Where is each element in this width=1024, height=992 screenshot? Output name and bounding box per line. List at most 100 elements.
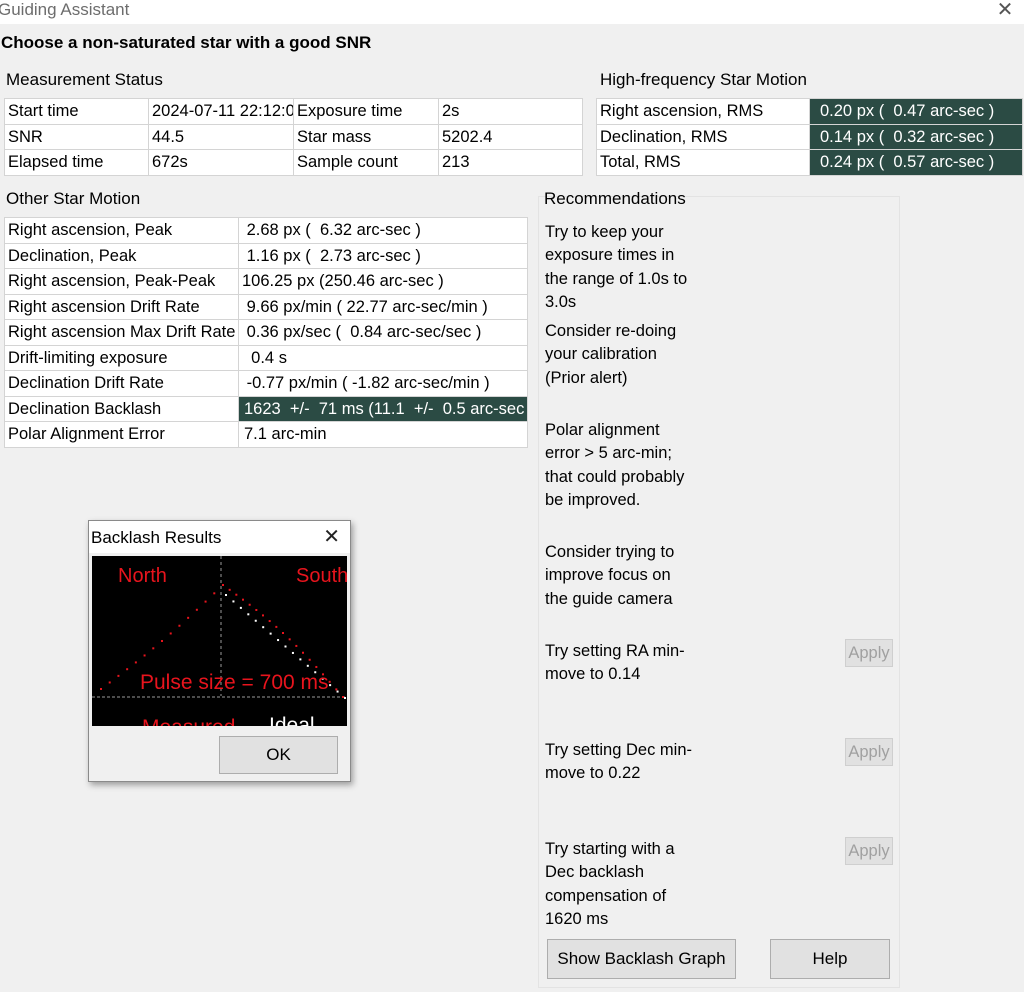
measured-point (282, 632, 284, 634)
ideal-legend-label: Ideal (269, 714, 315, 726)
highfreq-value-cell: 0.24 px ( 0.57 arc-sec ) (809, 149, 1023, 176)
ideal-point (336, 690, 339, 693)
pulse-size-label: Pulse size = 700 ms (140, 671, 329, 694)
other-star-motion-table: Right ascension, Peak 2.68 px ( 6.32 arc… (4, 217, 528, 448)
other-value-cell: 106.25 px (250.46 arc-sec ) (238, 268, 528, 295)
backlash-plot-svg: North South Pulse size = 700 ms Measured… (92, 556, 347, 726)
ideal-point (247, 613, 250, 616)
apply-dec-min-move-button[interactable]: Apply (845, 738, 893, 766)
ideal-point (254, 619, 257, 622)
measurement-cell: Elapsed time (4, 149, 149, 176)
measured-point (213, 592, 216, 595)
measurement-cell: 2024-07-11 22:12:0 (148, 98, 294, 125)
apply-ra-min-move-button[interactable]: Apply (845, 639, 893, 667)
other-label-cell: Polar Alignment Error (4, 421, 239, 448)
measurement-cell: 672s (148, 149, 294, 176)
recommendation-text: Consider trying to improve focus on the … (545, 543, 675, 608)
recommendation-text: Consider re-doing your calibration (Prio… (545, 322, 677, 387)
ok-button[interactable]: OK (219, 736, 338, 774)
other-label-cell: Right ascension, Peak (4, 217, 239, 244)
table-row: Drift-limiting exposure 0.4 s (4, 344, 528, 371)
measurement-cell: SNR (4, 123, 149, 150)
other-value-cell: 1.16 px ( 2.73 arc-sec ) (238, 242, 528, 269)
apply-backlash-comp-button[interactable]: Apply (845, 837, 893, 865)
north-label: North (118, 565, 167, 587)
backlash-plot: North South Pulse size = 700 ms Measured… (92, 556, 347, 726)
ideal-point (239, 606, 242, 609)
other-label-cell: Declination, Peak (4, 242, 239, 269)
measurement-cell: Star mass (293, 123, 439, 150)
table-row: Declination Backlash 1623 +/- 71 ms (11.… (4, 395, 528, 422)
measured-point (117, 674, 120, 677)
measured-point (169, 632, 172, 635)
table-row: SNR 44.5 Star mass 5202.4 (4, 123, 583, 150)
table-row: Declination, Peak 1.16 px ( 2.73 arc-sec… (4, 242, 528, 269)
ideal-point (299, 658, 302, 661)
other-value-cell: 2.68 px ( 6.32 arc-sec ) (238, 217, 528, 244)
measured-point (335, 688, 338, 691)
backlash-results-dialog: Backlash Results ✕ North South Pulse siz… (88, 520, 351, 782)
dialog-title-bar: Backlash Results ✕ (89, 521, 350, 553)
table-row: Declination Drift Rate -0.77 px/min ( -1… (4, 370, 528, 397)
other-label-cell: Declination Drift Rate (4, 370, 239, 397)
recommendation-text: Polar alignment error > 5 arc-min; that … (545, 421, 685, 509)
show-backlash-graph-button[interactable]: Show Backlash Graph (547, 939, 736, 979)
measurement-cell: Exposure time (293, 98, 439, 125)
dialog-title: Backlash Results (91, 528, 222, 547)
ideal-point (291, 651, 294, 654)
measured-point (161, 640, 163, 642)
measurement-cell: 44.5 (148, 123, 294, 150)
measured-point (342, 696, 344, 698)
other-label-cell: Right ascension Drift Rate (4, 293, 239, 320)
help-button[interactable]: Help (770, 939, 890, 979)
close-icon[interactable]: ✕ (994, 0, 1016, 20)
table-row: Right ascension Drift Rate 9.66 px/min (… (4, 293, 528, 320)
recommendation-text: Try setting Dec min-move to 0.22 (545, 741, 693, 783)
recommendation-text: Try starting with a Dec backlash compens… (545, 840, 675, 928)
table-row: Start time 2024-07-11 22:12:0 Exposure t… (4, 98, 583, 125)
other-value-cell: 0.36 px/sec ( 0.84 arc-sec/sec ) (238, 319, 528, 346)
table-row: Right ascension, RMS 0.20 px ( 0.47 arc-… (596, 98, 1023, 125)
ideal-point (329, 684, 332, 687)
table-row: Elapsed time 672s Sample count 213 (4, 149, 583, 176)
other-value-cell: 1623 +/- 71 ms (11.1 +/- 0.5 arc-sec (238, 395, 528, 422)
table-row: Right ascension, Peak 2.68 px ( 6.32 arc… (4, 217, 528, 244)
highfreq-label-cell: Declination, RMS (596, 123, 810, 150)
measured-point (288, 638, 291, 641)
measured-point (228, 588, 231, 591)
measurement-cell: Sample count (293, 149, 439, 176)
measurement-status-table: Start time 2024-07-11 22:12:0 Exposure t… (4, 98, 583, 176)
measured-legend-label: Measured (142, 716, 235, 726)
highfreq-value-cell: 0.14 px ( 0.32 arc-sec ) (809, 123, 1023, 150)
table-row: Right ascension Max Drift Rate 0.36 px/s… (4, 319, 528, 346)
page-heading: Choose a non-saturated star with a good … (1, 33, 372, 52)
ideal-point (277, 639, 280, 642)
measured-point (308, 658, 311, 661)
measured-point (134, 661, 137, 664)
measured-point (126, 668, 129, 671)
measurement-status-label: Measurement Status (6, 70, 163, 89)
ideal-point (225, 594, 227, 596)
measured-point (152, 647, 155, 650)
table-row: Right ascension, Peak-Peak 106.25 px (25… (4, 268, 528, 295)
highfreq-label-cell: Total, RMS (596, 149, 810, 176)
measured-point (100, 688, 102, 690)
ideal-point (269, 632, 272, 635)
high-frequency-table: Right ascension, RMS 0.20 px ( 0.47 arc-… (596, 98, 1023, 176)
measured-point (302, 651, 304, 654)
close-icon[interactable]: ✕ (323, 525, 340, 549)
measured-point (255, 608, 258, 611)
measured-point (187, 616, 190, 619)
other-value-cell: 9.66 px/min ( 22.77 arc-sec/min ) (238, 293, 528, 320)
ideal-point (306, 664, 309, 667)
measured-point (295, 644, 298, 647)
other-value-cell: 7.1 arc-min (238, 421, 528, 448)
measurement-cell: 5202.4 (438, 123, 583, 150)
other-value-cell: 0.4 s (238, 344, 528, 371)
measured-point (328, 680, 331, 683)
measured-point (262, 614, 264, 617)
other-label-cell: Declination Backlash (4, 395, 239, 422)
measured-point (108, 681, 111, 684)
high-frequency-label: High-frequency Star Motion (600, 70, 807, 89)
table-row: Polar Alignment Error 7.1 arc-min (4, 421, 528, 448)
